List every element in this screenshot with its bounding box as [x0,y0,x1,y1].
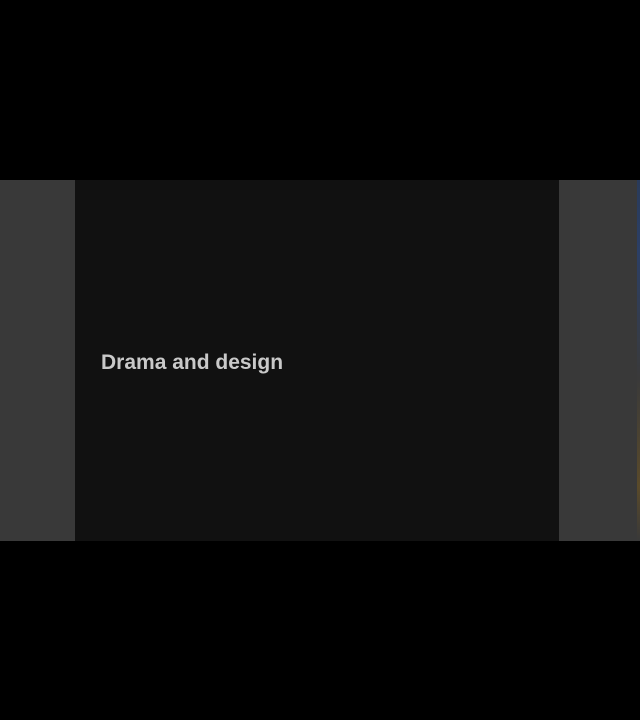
letterbox-bottom [0,541,640,720]
current-slide: Drama and design [75,180,559,541]
letterbox-top [0,0,640,180]
slide-stage: Drama and design [0,180,640,541]
adjacent-slide-right [559,180,637,541]
slide-title: Drama and design [101,351,284,374]
video-frame: Drama and design [0,0,640,720]
adjacent-slide-left [0,180,75,541]
